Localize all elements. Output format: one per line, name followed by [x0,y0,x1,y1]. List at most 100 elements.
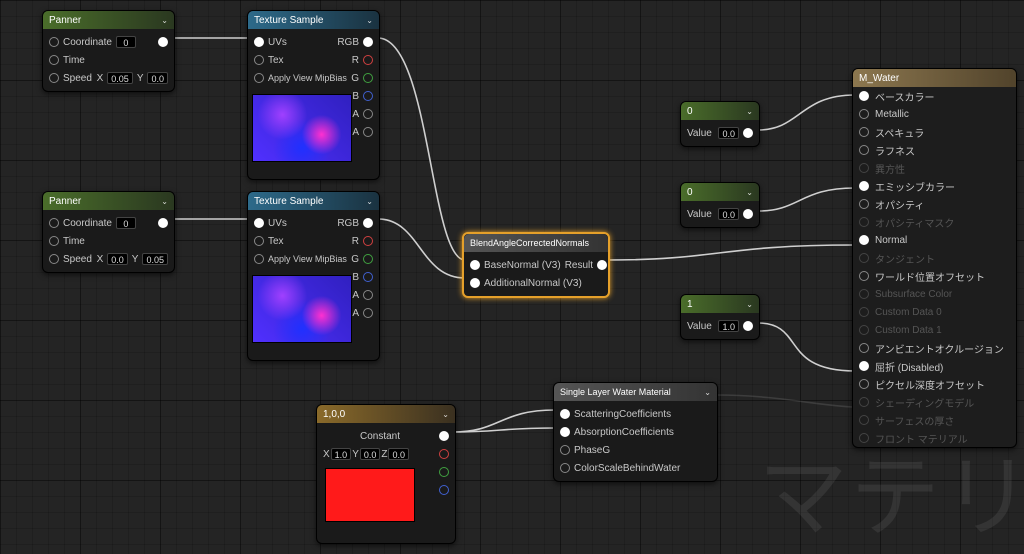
node-header[interactable]: 1 ⌄ [681,295,759,313]
speed-y-input[interactable]: 0.0 [147,72,168,84]
input-pin-mip[interactable] [254,73,264,83]
material-input-pin[interactable] [859,343,869,353]
input-pin-coordinate[interactable] [49,37,59,47]
coord-input[interactable]: 0 [116,36,136,48]
node-header[interactable]: Single Layer Water Material ⌄ [554,383,717,401]
material-input-4[interactable]: 異方性 [853,159,1016,177]
node-panner-1[interactable]: Panner ⌄ Coordinate 0 Time Speed X 0.05 … [42,10,175,92]
speed-x-input[interactable]: 0.05 [107,72,133,84]
input-pin-uvs[interactable] [254,218,264,228]
node-header[interactable]: Panner ⌄ [43,192,174,210]
node-constant3[interactable]: 1,0,0 ⌄ Constant X1.0 Y0.0 Z0.0 [316,404,456,544]
output-pin-rgb[interactable] [439,431,449,441]
material-input-2[interactable]: スペキュラ [853,123,1016,141]
x-input[interactable]: 1.0 [331,448,352,460]
node-texture-sample-1[interactable]: Texture Sample ⌄ UVsRGB TexR Apply View … [247,10,380,180]
output-pin-g[interactable] [363,73,373,83]
collapse-chevron-icon[interactable]: ⌄ [746,188,753,197]
input-pin-base-normal[interactable] [470,260,480,270]
speed-y-input[interactable]: 0.05 [142,253,168,265]
coord-input[interactable]: 0 [116,217,136,229]
input-pin-scattering[interactable] [560,409,570,419]
node-header[interactable]: 1,0,0 ⌄ [317,405,455,423]
material-input-pin[interactable] [859,91,869,101]
input-pin-additional-normal[interactable] [470,278,480,288]
speed-x-input[interactable]: 0.0 [107,253,128,265]
output-pin[interactable] [743,128,753,138]
material-input-pin[interactable] [859,433,869,443]
node-header[interactable]: 0 ⌄ [681,102,759,120]
output-pin-r[interactable] [363,236,373,246]
node-header[interactable]: Texture Sample ⌄ [248,11,379,29]
node-panner-2[interactable]: Panner ⌄ Coordinate 0 Time Speed X 0.0 Y… [42,191,175,273]
output-pin-rgb[interactable] [363,37,373,47]
node-header[interactable]: Texture Sample ⌄ [248,192,379,210]
material-input-3[interactable]: ラフネス [853,141,1016,159]
material-input-pin[interactable] [859,217,869,227]
node-header[interactable]: M_Water [853,69,1016,87]
material-input-17[interactable]: シェーディングモデル [853,393,1016,411]
node-single-layer-water[interactable]: Single Layer Water Material ⌄ Scattering… [553,382,718,482]
material-input-pin[interactable] [859,307,869,317]
material-input-pin[interactable] [859,325,869,335]
material-input-7[interactable]: オパシティマスク [853,213,1016,231]
material-input-12[interactable]: Custom Data 0 [853,303,1016,321]
input-pin-uvs[interactable] [254,37,264,47]
material-input-6[interactable]: オパシティ [853,195,1016,213]
material-input-pin[interactable] [859,271,869,281]
output-pin-result[interactable] [597,260,607,270]
material-input-pin[interactable] [859,379,869,389]
material-input-13[interactable]: Custom Data 1 [853,321,1016,339]
value-input[interactable]: 0.0 [718,127,739,139]
output-pin-r[interactable] [439,449,449,459]
collapse-chevron-icon[interactable]: ⌄ [366,16,373,25]
value-input[interactable]: 0.0 [718,208,739,220]
input-pin-time[interactable] [49,55,59,65]
input-pin-tex[interactable] [254,236,264,246]
input-pin-mip[interactable] [254,254,264,264]
material-input-pin[interactable] [859,145,869,155]
node-blend-normals[interactable]: BlendAngleCorrectedNormals BaseNormal (V… [462,232,610,298]
material-input-11[interactable]: Subsurface Color [853,285,1016,303]
material-input-pin[interactable] [859,253,869,263]
material-input-pin[interactable] [859,163,869,173]
material-input-pin[interactable] [859,361,869,371]
output-pin-g[interactable] [439,467,449,477]
output-pin-rgb[interactable] [363,218,373,228]
material-input-pin[interactable] [859,415,869,425]
material-input-15[interactable]: 屈折 (Disabled) [853,357,1016,375]
material-input-16[interactable]: ピクセル深度オフセット [853,375,1016,393]
input-pin-tex[interactable] [254,55,264,65]
input-pin-absorption[interactable] [560,427,570,437]
output-pin-g[interactable] [363,254,373,264]
value-input[interactable]: 1.0 [718,320,739,332]
node-constant-0b[interactable]: 0 ⌄ Value 0.0 [680,182,760,228]
output-pin-r[interactable] [363,55,373,65]
material-input-pin[interactable] [859,235,869,245]
node-header[interactable]: BlendAngleCorrectedNormals [464,234,608,252]
collapse-chevron-icon[interactable]: ⌄ [442,410,449,419]
output-pin[interactable] [158,218,168,228]
input-pin-phaseg[interactable] [560,445,570,455]
input-pin-color-scale[interactable] [560,463,570,473]
material-input-1[interactable]: Metallic [853,105,1016,123]
collapse-chevron-icon[interactable]: ⌄ [746,107,753,116]
output-pin-a[interactable] [363,290,373,300]
node-texture-sample-2[interactable]: Texture Sample ⌄ UVsRGB TexR Apply View … [247,191,380,361]
node-constant-1[interactable]: 1 ⌄ Value 1.0 [680,294,760,340]
input-pin-speed[interactable] [49,73,59,83]
material-input-pin[interactable] [859,127,869,137]
collapse-chevron-icon[interactable]: ⌄ [746,300,753,309]
node-header[interactable]: Panner ⌄ [43,11,174,29]
output-pin-rgba[interactable] [363,127,373,137]
input-pin-speed[interactable] [49,254,59,264]
input-pin-time[interactable] [49,236,59,246]
material-input-5[interactable]: エミッシブカラー [853,177,1016,195]
material-input-14[interactable]: アンビエントオクルージョン [853,339,1016,357]
output-pin-b[interactable] [363,272,373,282]
z-input[interactable]: 0.0 [388,448,409,460]
node-material-result[interactable]: M_Water ベースカラーMetallicスペキュララフネス異方性エミッシブカ… [852,68,1017,448]
y-input[interactable]: 0.0 [360,448,381,460]
material-input-0[interactable]: ベースカラー [853,87,1016,105]
output-pin[interactable] [743,209,753,219]
